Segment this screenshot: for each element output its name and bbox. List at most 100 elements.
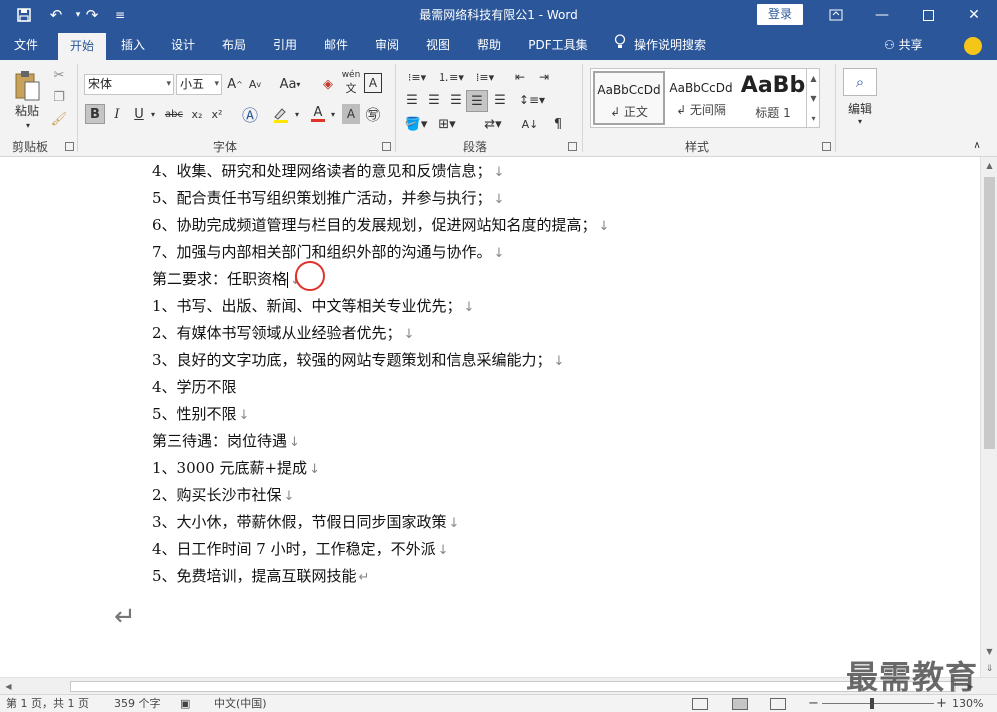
paragraph-line[interactable]: 4、学历不限: [152, 376, 239, 397]
tell-me-search[interactable]: 操作说明搜索: [614, 30, 706, 60]
increase-indent-icon[interactable]: ⇥: [534, 68, 554, 86]
subscript-button[interactable]: x₂: [188, 104, 206, 124]
language-indicator[interactable]: 中文(中国): [214, 696, 267, 712]
paragraph-line[interactable]: 6、协助完成频道管理与栏目的发展规划，促进网站知名度的提高； ↓: [152, 214, 609, 235]
collapse-ribbon-icon[interactable]: ∧: [968, 138, 986, 152]
chevron-up-icon[interactable]: ▲: [810, 74, 816, 83]
page-count[interactable]: 第 1 页，共 1 页: [6, 696, 89, 712]
horizontal-scroll-thumb[interactable]: [70, 681, 956, 692]
minimize-icon[interactable]: —: [859, 0, 905, 30]
word-count[interactable]: 359 个字: [114, 696, 161, 712]
clipboard-launcher-icon[interactable]: [65, 142, 74, 151]
proofing-icon[interactable]: ▣: [180, 696, 190, 712]
font-name-combo[interactable]: 宋体 ▾: [84, 74, 174, 95]
paragraph-launcher-icon[interactable]: [568, 142, 577, 151]
scroll-down-icon[interactable]: ▼: [981, 643, 997, 660]
justify-icon[interactable]: ☰: [466, 90, 488, 112]
grow-font-icon[interactable]: A ^: [226, 74, 244, 94]
more-styles-icon[interactable]: ▾: [811, 114, 815, 123]
font-color-dropdown-icon[interactable]: ▾: [328, 104, 338, 124]
paste-label[interactable]: 粘贴: [10, 102, 44, 118]
paragraph-line[interactable]: 第二要求：任职资格 ↓: [152, 268, 301, 289]
tab-layout[interactable]: 布局: [213, 30, 255, 60]
align-left-icon[interactable]: ☰: [402, 90, 422, 110]
underline-button[interactable]: U: [130, 104, 148, 124]
decrease-indent-icon[interactable]: ⇤: [510, 68, 530, 86]
bold-button[interactable]: B: [85, 104, 105, 124]
multilevel-list-icon[interactable]: ⁞≡▾: [470, 68, 500, 86]
bullets-icon[interactable]: ⁝≡▾: [402, 68, 432, 86]
tab-pdf-tools[interactable]: PDF工具集: [522, 30, 594, 60]
read-mode-icon[interactable]: [692, 698, 708, 710]
vertical-scrollbar[interactable]: ▲ ▼ ⇓: [980, 157, 997, 677]
web-layout-icon[interactable]: [770, 698, 786, 710]
redo-icon[interactable]: ↷: [78, 0, 106, 30]
zoom-in-button[interactable]: +: [936, 696, 947, 712]
tab-design[interactable]: 设计: [162, 30, 204, 60]
share-button[interactable]: ⚇ 共享: [884, 30, 923, 60]
style-normal[interactable]: AaBbCcDd ↲ 正文: [593, 71, 665, 125]
login-button[interactable]: 登录: [757, 4, 803, 25]
paragraph-line[interactable]: 4、收集、研究和处理网络读者的意见和反馈信息； ↓: [152, 160, 504, 181]
clear-formatting-icon[interactable]: ◈: [318, 74, 338, 94]
paragraph-line[interactable]: 5、性别不限 ↓: [152, 403, 249, 424]
print-layout-icon[interactable]: [732, 698, 748, 710]
phonetic-guide-icon[interactable]: wén 文: [340, 70, 362, 95]
editing-dropdown-icon[interactable]: ▾: [854, 116, 866, 126]
line-spacing-icon[interactable]: ↕≡▾: [516, 90, 548, 110]
character-shading-icon[interactable]: A: [342, 104, 360, 124]
italic-button[interactable]: I: [108, 104, 126, 124]
change-case-icon[interactable]: Aa ▾: [276, 74, 304, 94]
tab-mailings[interactable]: 邮件: [315, 30, 357, 60]
paragraph-line[interactable]: 5、免费培训，提高互联网技能 ↵: [152, 565, 369, 586]
zoom-out-button[interactable]: −: [808, 696, 819, 712]
maximize-icon[interactable]: [905, 0, 951, 30]
paste-dropdown-icon[interactable]: ▾: [22, 120, 34, 130]
tab-review[interactable]: 审阅: [366, 30, 408, 60]
text-effects-icon[interactable]: Ⓐ: [240, 104, 260, 125]
highlight-color-icon[interactable]: [270, 104, 292, 124]
style-heading-1[interactable]: AaBb 标题 1: [737, 71, 809, 125]
asian-layout-icon[interactable]: ⇄▾: [478, 114, 508, 134]
paragraph-line[interactable]: 2、购买长沙市社保 ↓: [152, 484, 294, 505]
scroll-left-icon[interactable]: ◀: [0, 678, 17, 695]
vertical-scroll-thumb[interactable]: [984, 177, 995, 449]
chevron-down-icon[interactable]: ▼: [810, 94, 816, 103]
align-center-icon[interactable]: ☰: [424, 90, 444, 110]
numbering-icon[interactable]: ⒈≡▾: [436, 68, 466, 86]
close-icon[interactable]: ✕: [951, 0, 997, 30]
paragraph-line[interactable]: 3、大小休，带薪休假，节假日同步国家政策 ↓: [152, 511, 459, 532]
paragraph-line[interactable]: 2、有媒体书写领域从业经验者优先； ↓: [152, 322, 414, 343]
editing-label[interactable]: 编辑: [838, 100, 882, 116]
zoom-slider-track[interactable]: [822, 703, 934, 704]
ribbon-display-options-icon[interactable]: [813, 0, 859, 30]
styles-scroll[interactable]: ▲ ▼ ▾: [806, 68, 820, 128]
enclose-characters-icon[interactable]: ㊢: [364, 104, 382, 124]
shading-icon[interactable]: 🪣▾: [402, 114, 430, 134]
highlight-dropdown-icon[interactable]: ▾: [292, 104, 302, 124]
search-icon[interactable]: ⌕: [843, 68, 877, 96]
show-paragraph-marks-icon[interactable]: ¶: [548, 114, 568, 134]
tab-help[interactable]: 帮助: [468, 30, 510, 60]
underline-dropdown-icon[interactable]: ▾: [148, 104, 158, 124]
scroll-next-icon[interactable]: ⇓: [981, 660, 997, 677]
paragraph-line[interactable]: 7、加强与内部相关部门和组织外部的沟通与协作。 ↓: [152, 241, 504, 262]
feedback-smiley-icon[interactable]: [964, 37, 982, 55]
style-no-spacing[interactable]: AaBbCcDd ↲ 无间隔: [665, 71, 737, 125]
tab-file[interactable]: 文件: [4, 30, 48, 60]
tab-references[interactable]: 引用: [264, 30, 306, 60]
character-border-icon[interactable]: A: [364, 73, 382, 93]
superscript-button[interactable]: x²: [208, 104, 226, 124]
zoom-level[interactable]: 130%: [952, 696, 983, 712]
copy-icon[interactable]: ❐: [50, 88, 68, 106]
shrink-font-icon[interactable]: Av: [246, 74, 264, 94]
font-size-combo[interactable]: 小五 ▾: [176, 74, 222, 95]
paragraph-line[interactable]: 4、日工作时间 7 小时，工作稳定，不外派 ↓: [152, 538, 449, 559]
tab-home[interactable]: 开始: [58, 33, 106, 60]
distributed-icon[interactable]: ☰: [490, 90, 510, 110]
font-color-icon[interactable]: A: [308, 104, 328, 124]
tab-insert[interactable]: 插入: [112, 30, 154, 60]
scroll-up-icon[interactable]: ▲: [981, 157, 997, 174]
tab-view[interactable]: 视图: [417, 30, 459, 60]
align-right-icon[interactable]: ☰: [446, 90, 466, 110]
